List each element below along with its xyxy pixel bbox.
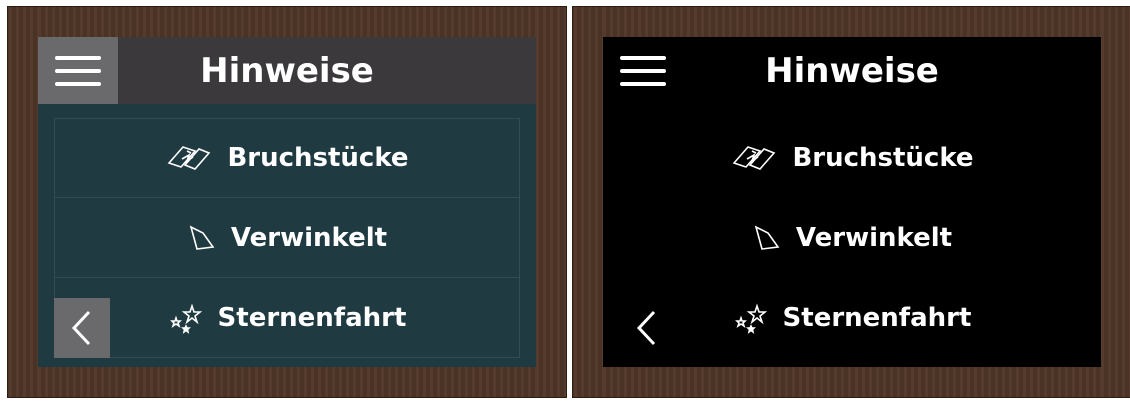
- hamburger-icon: [620, 54, 666, 88]
- list-item-sternenfahrt[interactable]: Sternenfahrt: [54, 278, 520, 358]
- page-title: Hinweise: [765, 50, 939, 91]
- list-item-verwinkelt[interactable]: Verwinkelt: [54, 198, 520, 278]
- back-button[interactable]: [54, 298, 110, 358]
- hint-list: Bruchstücke Verwinkelt Sternenfahrt: [619, 118, 1085, 358]
- device-frame-left: Hinweise Bruchstücke Verwinkelt Sternenf…: [8, 7, 566, 397]
- device-frame-right: Hinweise Bruchstücke Verwinkelt Sternenf…: [573, 7, 1130, 397]
- angled-shape-icon: [187, 221, 217, 255]
- item-label: Bruchstücke: [792, 143, 974, 173]
- item-label: Bruchstücke: [227, 143, 409, 173]
- broken-ticket-icon: [165, 141, 213, 175]
- list-item-bruchstuecke[interactable]: Bruchstücke: [619, 118, 1085, 198]
- list-item-verwinkelt[interactable]: Verwinkelt: [619, 198, 1085, 278]
- list-item-bruchstuecke[interactable]: Bruchstücke: [54, 118, 520, 198]
- menu-button[interactable]: [603, 37, 683, 104]
- screen-left: Hinweise Bruchstücke Verwinkelt Sternenf…: [38, 37, 536, 367]
- menu-button[interactable]: [38, 37, 118, 104]
- list-item-sternenfahrt[interactable]: Sternenfahrt: [619, 278, 1085, 358]
- chevron-left-icon: [71, 310, 91, 346]
- screen-right: Hinweise Bruchstücke Verwinkelt Sternenf…: [603, 37, 1101, 367]
- chevron-left-icon: [636, 310, 656, 346]
- item-label: Verwinkelt: [795, 223, 953, 253]
- back-button[interactable]: [619, 298, 675, 358]
- page-title: Hinweise: [200, 50, 374, 91]
- item-label: Sternenfahrt: [782, 303, 972, 333]
- broken-ticket-icon: [730, 141, 778, 175]
- header-bar: Hinweise: [603, 37, 1101, 104]
- stars-icon: [733, 302, 769, 334]
- header-bar: Hinweise: [38, 37, 536, 104]
- hamburger-icon: [55, 54, 101, 88]
- item-label: Sternenfahrt: [217, 302, 407, 333]
- stars-icon: [168, 302, 204, 334]
- hint-list: Bruchstücke Verwinkelt Sternenfahrt: [54, 118, 520, 358]
- item-label: Verwinkelt: [230, 222, 388, 253]
- angled-shape-icon: [752, 221, 782, 255]
